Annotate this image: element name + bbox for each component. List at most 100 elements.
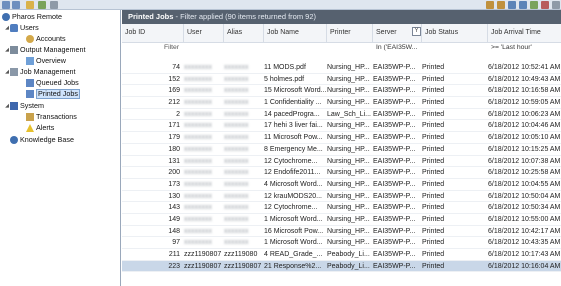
tool-icon-6[interactable] — [541, 1, 549, 9]
job-name-cell: 14 pacedProgra... — [264, 110, 320, 118]
jobs-table-body: 74 xxxxxxxx xxxxxxx 11 MODS.pdf Nursing_HP..… — [122, 62, 561, 273]
filter-cell-job-id[interactable]: Filter — [122, 42, 373, 52]
table-row[interactable]: 179 xxxxxxxx xxxxxxx 11 Microsoft Pow... Nur… — [122, 132, 561, 144]
tree-root[interactable]: Pharos Remote — [2, 12, 62, 22]
server-cell: EAI35WP-P... — [373, 157, 416, 165]
user-cell: xxxxxxxx — [184, 64, 212, 71]
printer-cell: Nursing_HP... — [327, 180, 370, 188]
job-id-cell: 173 — [168, 180, 180, 188]
server-cell: EAI35WP-P... — [373, 110, 416, 118]
printer-cell: Nursing_HP... — [327, 75, 370, 83]
tree-item-overview[interactable]: Overview — [26, 56, 66, 66]
table-row[interactable]: 211 zzz1190807 zzz119080 4 READ_Grade_... Pe… — [122, 249, 561, 261]
tool-icon-5[interactable] — [530, 1, 538, 9]
tree-item-transactions[interactable]: Transactions — [26, 112, 77, 122]
status-cell: Printed — [422, 215, 445, 223]
alias-cell: xxxxxxx — [224, 239, 249, 247]
table-row[interactable]: 169 xxxxxxxx xxxxxxx 15 Microsoft Word... Nu… — [122, 85, 561, 98]
filter-icon[interactable]: Y — [412, 27, 421, 36]
column-header-arrival-time[interactable]: Job Arrival Time — [488, 24, 561, 42]
table-row[interactable]: 130 xxxxxxxx xxxxxxx 12 krauMODS20... Nursin… — [122, 191, 561, 203]
tree-item-knowledge-base[interactable]: Knowledge Base — [10, 135, 74, 145]
tool-icon-7[interactable] — [552, 1, 560, 9]
column-header-job-name[interactable]: Job Name — [264, 24, 327, 42]
tool-icon-3[interactable] — [508, 1, 516, 9]
status-cell: Printed — [422, 227, 445, 235]
refresh-icon[interactable] — [38, 1, 46, 9]
arrival-time-cell: 6/18/2012 10:07:38 AM — [488, 157, 561, 165]
tree-item-queued-jobs[interactable]: Queued Jobs — [26, 78, 79, 88]
tree-item-accounts[interactable]: Accounts — [26, 34, 66, 44]
tool-icon-2[interactable] — [497, 1, 505, 9]
tree-item-system[interactable]: ◢ System — [4, 101, 44, 111]
table-row[interactable]: 171 xxxxxxxx xxxxxxx 17 hehi 3 liver fai...… — [122, 120, 561, 133]
printer-cell: Nursing_HP... — [327, 122, 370, 130]
server-cell: EAI35WP-P... — [373, 134, 416, 142]
server-cell: EAI35WP-P... — [373, 251, 416, 258]
filter-cell-status[interactable] — [422, 42, 488, 52]
table-row[interactable]: 173 xxxxxxxx xxxxxxx 4 Microsoft Word... Nur… — [122, 179, 561, 191]
back-icon[interactable] — [2, 1, 10, 9]
tree-item-printed-jobs[interactable]: Printed Jobs — [26, 89, 80, 99]
job-name-cell: 12 krauMODS20... — [264, 192, 322, 200]
print-icon[interactable] — [50, 1, 58, 9]
job-id-cell: 223 — [168, 262, 180, 270]
job-name-cell: 1 Confidentiality ... — [264, 99, 322, 107]
tree-item-users[interactable]: ◢ Users — [4, 23, 39, 33]
status-cell: Printed — [422, 204, 445, 212]
table-row[interactable]: 97 xxxxxxxx xxxxxxx 1 Microsoft Word... Nurs… — [122, 237, 561, 249]
column-header-printer[interactable]: Printer — [327, 24, 373, 42]
table-row[interactable]: 149 xxxxxxxx xxxxxxx 1 Microsoft Word... Nur… — [122, 214, 561, 226]
table-row[interactable]: 223 zzz1190807 zzz1190807 21 Response%2... P… — [122, 260, 561, 273]
job-name-cell: 16 Microsoft Pow... — [264, 227, 324, 235]
column-header-alias[interactable]: Alias — [224, 24, 264, 42]
tool-icon-1[interactable] — [486, 1, 494, 9]
alert-icon — [26, 124, 34, 132]
alias-cell: xxxxxxx — [224, 157, 249, 165]
user-cell: zzz1190807 — [184, 251, 222, 258]
table-row[interactable]: 200 xxxxxxxx xxxxxxx 12 Endofife2011... Nurs… — [122, 167, 561, 179]
server-cell: EAI35WP-P... — [373, 227, 416, 235]
job-id-cell: 169 — [168, 87, 180, 95]
status-cell: Printed — [422, 145, 445, 153]
arrival-time-cell: 6/18/2012 10:50:04 AM — [488, 192, 561, 200]
tree-item-alerts[interactable]: Alerts — [26, 123, 54, 133]
server-cell: EAI35WP-P... — [373, 204, 416, 212]
alias-cell: xxxxxxx — [224, 145, 249, 153]
printer-cell: Law_Sch_Li... — [327, 110, 371, 118]
table-row[interactable]: 143 xxxxxxxx xxxxxxx 12 Cytochrome... Nursin… — [122, 202, 561, 214]
tree-item-job-management[interactable]: ◢ Job Management — [4, 67, 76, 77]
table-row[interactable]: 180 xxxxxxxx xxxxxxx 8 Emergency Me... Nursi… — [122, 144, 561, 156]
job-management-icon — [10, 68, 18, 76]
tree-item-label: System — [20, 101, 44, 110]
filter-cell-server[interactable]: In ('EAI35W... — [373, 42, 422, 52]
user-cell: xxxxxxxx — [184, 227, 212, 235]
filter-cell-arrival[interactable]: >= 'Last hour' — [488, 42, 561, 52]
home-icon[interactable] — [26, 1, 34, 9]
column-header-user[interactable]: User — [184, 24, 224, 42]
job-id-cell: 74 — [172, 64, 180, 71]
tree-item-output-management[interactable]: ◢ Output Management — [4, 45, 86, 55]
user-cell: xxxxxxxx — [184, 169, 212, 177]
arrival-time-cell: 6/18/2012 10:16:04 AM — [488, 262, 561, 270]
users-icon — [10, 24, 18, 32]
table-row[interactable]: 152 xxxxxxxx xxxxxxx 5 holmes.pdf Nursing_HP… — [122, 74, 561, 86]
printer-cell: Nursing_HP... — [327, 145, 370, 153]
server-cell: EAI35WP-P... — [373, 64, 416, 71]
table-row[interactable]: 2 xxxxxxxx xxxxxxx 14 pacedProgra... Law_Sch… — [122, 109, 561, 121]
status-cell: Printed — [422, 99, 445, 107]
forward-icon[interactable] — [12, 1, 20, 9]
arrival-time-cell: 6/18/2012 10:25:58 AM — [488, 169, 561, 177]
table-row[interactable]: 131 xxxxxxxx xxxxxxx 12 Cytochrome... Nursin… — [122, 156, 561, 168]
table-row[interactable]: 148 xxxxxxxx xxxxxxx 16 Microsoft Pow... Nur… — [122, 226, 561, 238]
user-cell: xxxxxxxx — [184, 87, 212, 95]
job-id-cell: 148 — [168, 227, 180, 235]
job-id-cell: 143 — [168, 204, 180, 212]
table-row[interactable]: 212 xxxxxxxx xxxxxxx 1 Confidentiality ... N… — [122, 97, 561, 109]
arrival-time-cell: 6/18/2012 10:49:43 AM — [488, 75, 561, 83]
column-header-job-id[interactable]: Job ID — [122, 24, 184, 42]
tree-item-label: Transactions — [36, 112, 77, 121]
table-row[interactable]: 74 xxxxxxxx xxxxxxx 11 MODS.pdf Nursing_HP..… — [122, 62, 561, 74]
tool-icon-4[interactable] — [519, 1, 527, 9]
column-header-job-status[interactable]: Job Status — [422, 24, 488, 42]
